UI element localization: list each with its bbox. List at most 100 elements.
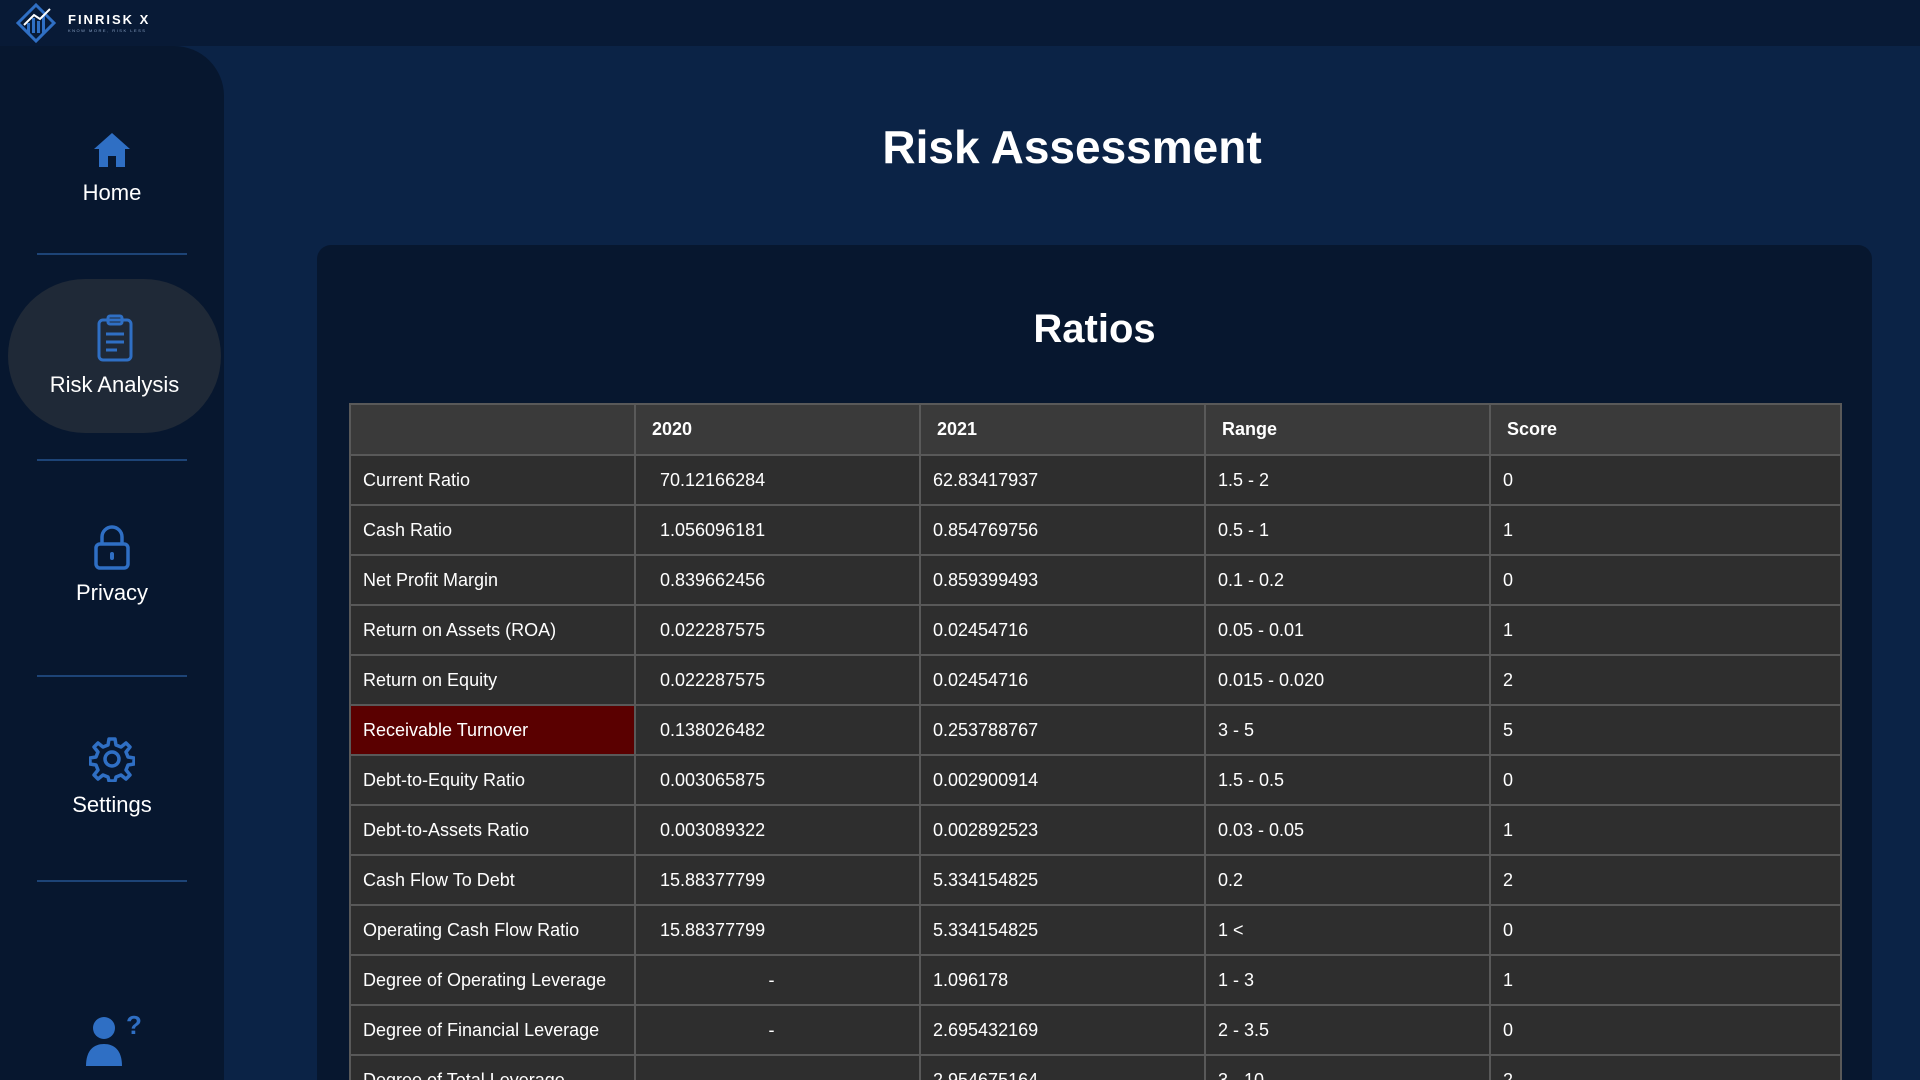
value-2020: 0.839662456 [634,554,921,606]
sidebar-item-help[interactable]: ? [0,1010,224,1070]
clipboard-icon [97,314,132,362]
value-2021: 0.002900914 [919,754,1206,806]
brand-tagline: KNOW MORE, RISK LESS [68,28,147,33]
logo-icon [15,3,57,43]
ratio-name: Operating Cash Flow Ratio [349,904,636,956]
value-2020: - [634,954,921,1006]
score-value: 5 [1489,704,1842,756]
home-icon [94,133,130,167]
range-value: 1 - 3 [1204,954,1491,1006]
value-2021: 0.02454716 [919,654,1206,706]
ratio-name: Net Profit Margin [349,554,636,606]
value-2021: 2.695432169 [919,1004,1206,1056]
table-row: Degree of Financial Leverage - 2.6954321… [349,1004,1842,1056]
column-header-name [349,403,636,456]
lock-icon [94,525,130,570]
sidebar-item-risk-analysis[interactable]: Risk Analysis [8,279,221,433]
value-2020: 1.056096181 [634,504,921,556]
ratio-name: Degree of Financial Leverage [349,1004,636,1056]
ratio-name: Debt-to-Equity Ratio [349,754,636,806]
user-help-icon: ? [86,1010,142,1066]
range-value: 3 - 5 [1204,704,1491,756]
ratio-name: Cash Ratio [349,504,636,556]
sidebar-divider [37,253,187,255]
brand-name: FINRISK X [68,12,151,27]
score-value: 0 [1489,1004,1842,1056]
sidebar-item-label: Home [82,180,142,205]
value-2020: 70.12166284 [634,454,921,506]
value-2020: 0.138026482 [634,704,921,756]
table-row: Cash Flow To Debt 15.88377799 5.33415482… [349,854,1842,906]
score-value: 0 [1489,454,1842,506]
value-2021: 0.859399493 [919,554,1206,606]
range-value: 1 < [1204,904,1491,956]
range-value: 3 - 10 [1204,1054,1491,1080]
ratio-name: Return on Assets (ROA) [349,604,636,656]
value-2021: 1.096178 [919,954,1206,1006]
sidebar-item-home[interactable]: Home [0,130,224,206]
sidebar-item-settings[interactable]: Settings [0,736,224,818]
column-header-range: Range [1204,403,1491,456]
value-2021: 0.02454716 [919,604,1206,656]
ratio-name: Current Ratio [349,454,636,506]
range-value: 2 - 3.5 [1204,1004,1491,1056]
sidebar-item-label: Risk Analysis [49,372,180,397]
table-row: Receivable Turnover 0.138026482 0.253788… [349,704,1842,756]
value-2020: - [634,1054,921,1080]
table-row: Current Ratio 70.12166284 62.83417937 1.… [349,454,1842,506]
column-header-2020: 2020 [634,403,921,456]
range-value: 0.03 - 0.05 [1204,804,1491,856]
sidebar-item-label: Privacy [75,580,149,605]
value-2020: 0.003089322 [634,804,921,856]
panel-title: Ratios [1033,307,1156,351]
score-value: 2 [1489,654,1842,706]
sidebar-item-label: Settings [72,792,152,817]
ratio-name: Degree of Operating Leverage [349,954,636,1006]
top-bar: FINRISK X KNOW MORE, RISK LESS [0,0,1920,46]
table-row: Degree of Operating Leverage - 1.096178 … [349,954,1842,1006]
table-header-row: 2020 2021 Range Score [349,403,1842,456]
sidebar-divider [37,459,187,461]
range-value: 0.2 [1204,854,1491,906]
score-value: 1 [1489,504,1842,556]
table-row: Net Profit Margin 0.839662456 0.85939949… [349,554,1842,606]
value-2020: - [634,1004,921,1056]
table-row: Debt-to-Assets Ratio 0.003089322 0.00289… [349,804,1842,856]
value-2021: 5.334154825 [919,904,1206,956]
brand-logo[interactable]: FINRISK X KNOW MORE, RISK LESS [14,3,150,43]
table-row: Operating Cash Flow Ratio 15.88377799 5.… [349,904,1842,956]
score-value: 0 [1489,904,1842,956]
value-2020: 0.003065875 [634,754,921,806]
value-2021: 0.253788767 [919,704,1206,756]
ratio-name-highlighted: Receivable Turnover [349,704,636,756]
svg-text:?: ? [126,1010,142,1040]
sidebar-divider [37,675,187,677]
ratio-name: Cash Flow To Debt [349,854,636,906]
table-row: Cash Ratio 1.056096181 0.854769756 0.5 -… [349,504,1842,556]
range-value: 0.015 - 0.020 [1204,654,1491,706]
ratio-name: Debt-to-Assets Ratio [349,804,636,856]
column-header-2021: 2021 [919,403,1206,456]
sidebar: Home Risk Analysis Privacy Settings ? [0,46,224,1080]
ratio-name: Return on Equity [349,654,636,706]
table-row: Debt-to-Equity Ratio 0.003065875 0.00290… [349,754,1842,806]
score-value: 1 [1489,804,1842,856]
value-2021: 62.83417937 [919,454,1206,506]
ratio-name: Degree of Total Leverage [349,1054,636,1080]
range-value: 0.05 - 0.01 [1204,604,1491,656]
score-value: 0 [1489,554,1842,606]
table-row: Return on Equity 0.022287575 0.02454716 … [349,654,1842,706]
sidebar-divider [37,880,187,882]
table-row: Return on Assets (ROA) 0.022287575 0.024… [349,604,1842,656]
value-2020: 15.88377799 [634,904,921,956]
score-value: 0 [1489,754,1842,806]
score-value: 2 [1489,854,1842,906]
ratios-table: 2020 2021 Range Score Current Ratio 70.1… [349,403,1842,1080]
page-title: Risk Assessment [882,121,1262,173]
range-value: 0.1 - 0.2 [1204,554,1491,606]
range-value: 0.5 - 1 [1204,504,1491,556]
value-2021: 5.334154825 [919,854,1206,906]
value-2020: 0.022287575 [634,654,921,706]
gear-icon [89,737,135,782]
sidebar-item-privacy[interactable]: Privacy [0,524,224,606]
